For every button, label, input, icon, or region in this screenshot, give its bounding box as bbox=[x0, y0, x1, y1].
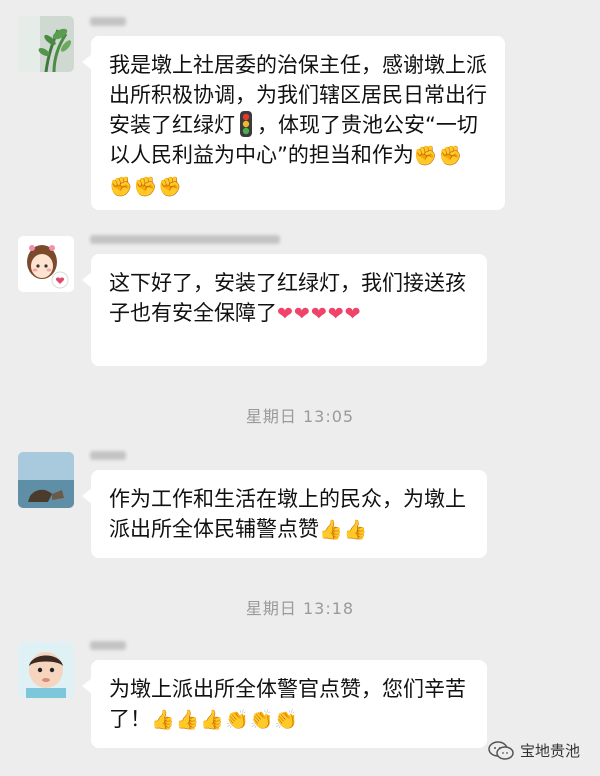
message-text: 我是墩上社居委的治保主任，感谢墩上派出所积极协调，为我们辖区居民日常出行安装了红… bbox=[109, 53, 487, 198]
sender-name bbox=[90, 232, 280, 252]
thumbs-up-emoji-icon: 👍👍👍 bbox=[151, 709, 225, 731]
heart-emoji-icon: ❤❤❤❤❤ bbox=[277, 303, 362, 325]
message-bubble[interactable]: 为墩上派出所全体警官点赞，您们辛苦了！👍👍👍👏👏👏 bbox=[82, 660, 487, 748]
wechat-logo-icon bbox=[488, 740, 514, 761]
avatar[interactable] bbox=[18, 452, 74, 508]
avatar[interactable] bbox=[18, 236, 74, 292]
sender-name bbox=[90, 14, 126, 34]
watermark-label: 宝地贵池 bbox=[519, 742, 580, 760]
sender-name bbox=[90, 638, 126, 658]
message-text: 作为工作和生活在墩上的民众，为墩上派出所全体民辅警点赞👍👍 bbox=[109, 487, 466, 541]
message-bubble[interactable]: 这下好了，安装了红绿灯，我们接送孩子也有安全保障了❤❤❤❤❤ bbox=[82, 254, 487, 366]
message-bubble[interactable]: 作为工作和生活在墩上的民众，为墩上派出所全体民辅警点赞👍👍 bbox=[82, 470, 487, 558]
traffic-light-icon bbox=[239, 111, 253, 137]
avatar[interactable] bbox=[18, 642, 74, 698]
thumbs-up-emoji-icon: 👍👍 bbox=[319, 519, 369, 541]
timestamp: 星期日 13:18 bbox=[245, 599, 355, 618]
message-text: 这下好了，安装了红绿灯，我们接送孩子也有安全保障了❤❤❤❤❤ bbox=[109, 271, 466, 325]
sender-name bbox=[90, 448, 126, 468]
clapping-emoji-icon: 👏👏👏 bbox=[224, 709, 299, 731]
message-text: 为墩上派出所全体警官点赞，您们辛苦了！👍👍👍👏👏👏 bbox=[109, 677, 466, 731]
avatar[interactable] bbox=[18, 16, 74, 72]
watermark: 宝地贵池 bbox=[488, 740, 580, 761]
timestamp: 星期日 13:05 bbox=[245, 407, 355, 426]
message-bubble[interactable]: 我是墩上社居委的治保主任，感谢墩上派出所积极协调，为我们辖区居民日常出行安装了红… bbox=[82, 36, 505, 210]
